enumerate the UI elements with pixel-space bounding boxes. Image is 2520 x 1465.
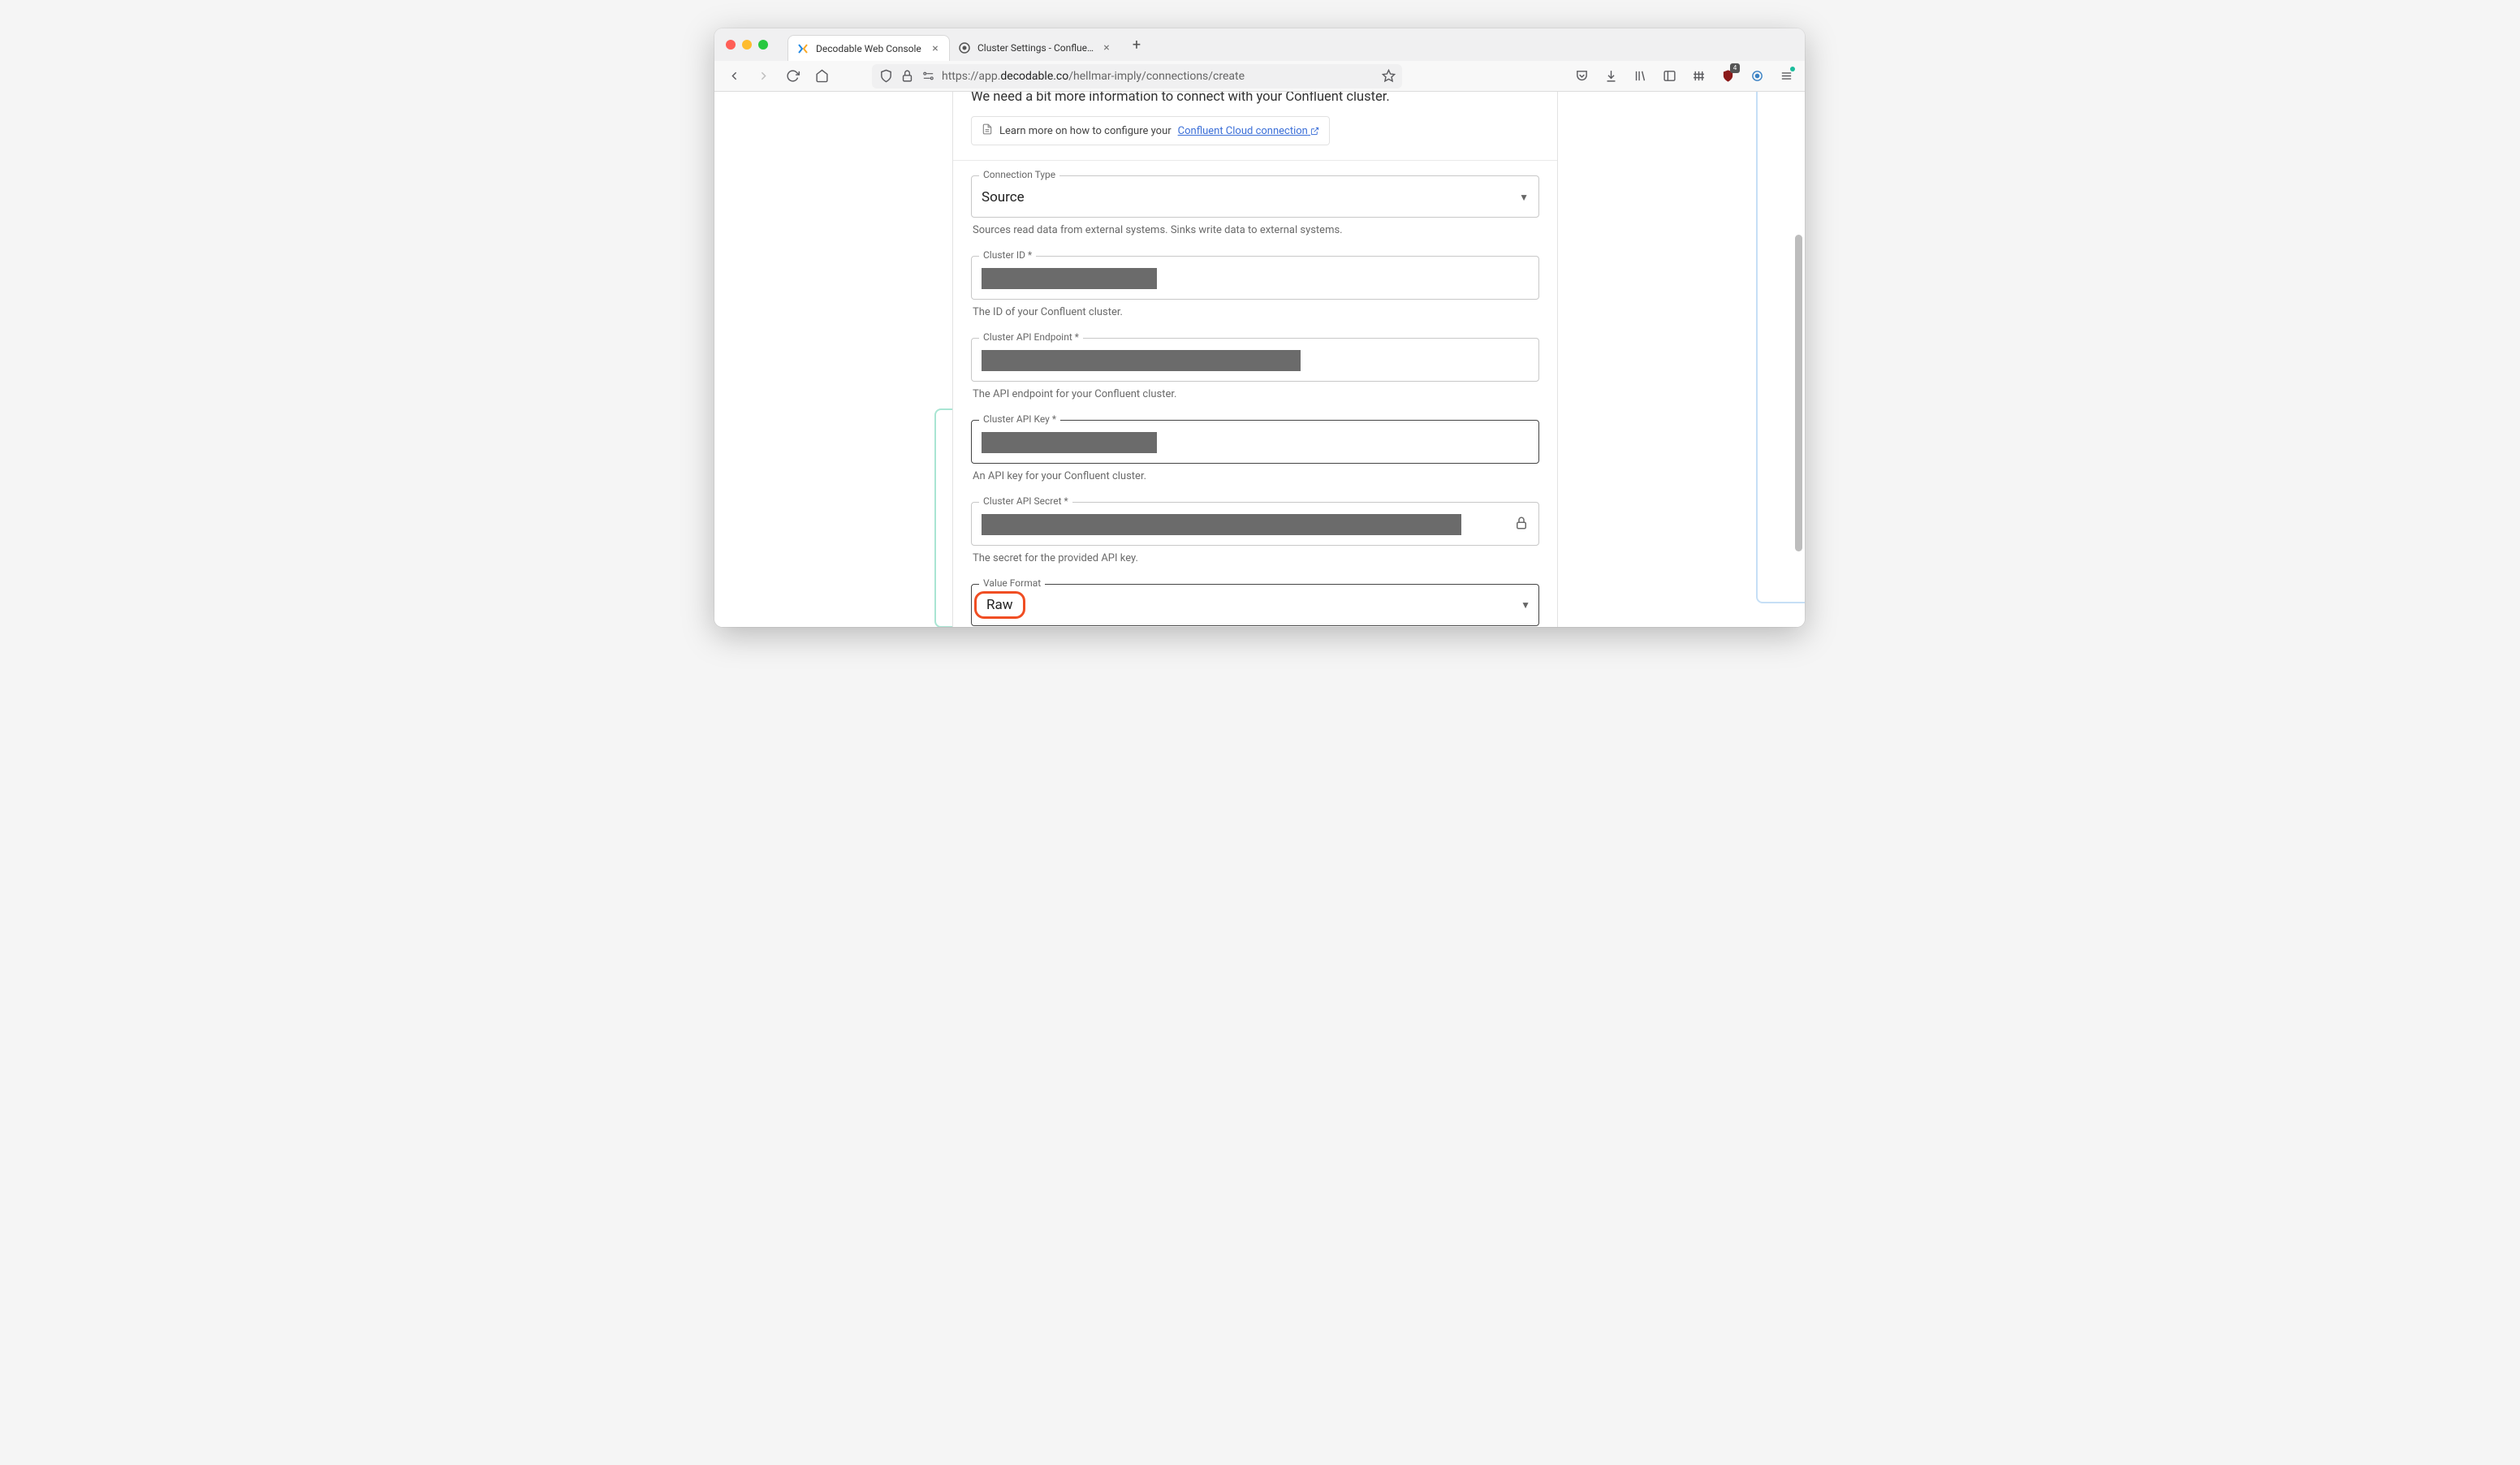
value-format-select[interactable]: Raw ▼ [971, 584, 1539, 626]
tab-close-icon[interactable]: × [930, 43, 941, 54]
field-help: Sources read data from external systems.… [973, 224, 1538, 236]
bookmark-star-icon[interactable] [1381, 65, 1396, 88]
cluster-id-input[interactable] [971, 256, 1539, 300]
learn-more-text: Learn more on how to configure your [999, 125, 1172, 137]
page-content: We need a bit more information to connec… [714, 92, 1805, 627]
field-label: Value Format [979, 577, 1045, 589]
browser-window: Decodable Web Console × Cluster Settings… [714, 28, 1805, 627]
field-connection-type: Connection Type Source ▼ [971, 175, 1539, 218]
field-help: An API key for your Confluent cluster. [973, 470, 1538, 482]
forward-button[interactable] [752, 65, 775, 88]
shield-icon[interactable] [878, 65, 893, 88]
connection-type-select[interactable]: Source ▼ [971, 175, 1539, 218]
redacted-value [982, 350, 1301, 371]
library-icon[interactable] [1629, 65, 1651, 88]
chevron-down-icon: ▼ [1519, 192, 1529, 203]
create-connection-panel: We need a bit more information to connec… [952, 92, 1558, 627]
field-label: Cluster API Key * [979, 413, 1060, 425]
tab-close-icon[interactable]: × [1101, 42, 1112, 54]
cluster-api-key-input[interactable] [971, 420, 1539, 464]
url-path: /hellmar-imply/connections/create [1068, 70, 1245, 83]
home-button[interactable] [810, 65, 833, 88]
panel-header: We need a bit more information to connec… [953, 92, 1557, 161]
toolbar-right-icons: 4 [1571, 65, 1797, 88]
field-label: Connection Type [979, 169, 1059, 180]
window-close-button[interactable] [726, 40, 736, 50]
connection-type-value: Source [982, 189, 1025, 205]
scrollbar-thumb[interactable] [1795, 235, 1802, 551]
learn-more-link-text: Confluent Cloud connection [1178, 125, 1308, 137]
url-bar[interactable]: https://app.decodable.co/hellmar-imply/c… [872, 64, 1402, 89]
field-cluster-api-key: Cluster API Key * [971, 420, 1539, 464]
panel-body: Connection Type Source ▼ Sources read da… [953, 161, 1557, 627]
document-icon [982, 123, 993, 138]
value-format-value: Raw [974, 591, 1025, 619]
field-help: The API endpoint for your Confluent clus… [973, 388, 1538, 400]
field-cluster-api-secret: Cluster API Secret * [971, 502, 1539, 546]
field-cluster-api-endpoint: Cluster API Endpoint * [971, 338, 1539, 382]
url-domain: decodable.co [1000, 70, 1068, 83]
ublock-icon[interactable]: 4 [1717, 65, 1738, 88]
scrollbar-track[interactable] [1793, 92, 1804, 627]
browser-toolbar: https://app.decodable.co/hellmar-imply/c… [714, 61, 1805, 92]
header-text: We need a bit more information to connec… [971, 92, 1539, 105]
window-maximize-button[interactable] [758, 40, 768, 50]
lock-icon [1514, 516, 1529, 534]
learn-more-box: Learn more on how to configure your Conf… [971, 116, 1330, 145]
field-label: Cluster ID * [979, 249, 1036, 261]
window-controls [726, 28, 788, 61]
chevron-down-icon: ▼ [1521, 599, 1530, 611]
extension-grid-icon[interactable] [1688, 65, 1709, 88]
tab-label: Cluster Settings - Confluent Clo [977, 42, 1094, 54]
tab-label: Decodable Web Console [816, 43, 923, 54]
pocket-icon[interactable] [1571, 65, 1592, 88]
new-tab-button[interactable]: + [1125, 33, 1148, 56]
ublock-badge: 4 [1730, 63, 1740, 73]
url-text: https://app.decodable.co/hellmar-imply/c… [942, 70, 1374, 83]
hamburger-menu-icon[interactable] [1776, 65, 1797, 88]
permissions-icon[interactable] [921, 65, 935, 88]
menu-notification-dot [1790, 67, 1795, 71]
redacted-value [982, 514, 1461, 535]
cluster-api-endpoint-input[interactable] [971, 338, 1539, 382]
back-button[interactable] [723, 65, 745, 88]
learn-more-link[interactable]: Confluent Cloud connection [1178, 125, 1319, 137]
downloads-icon[interactable] [1600, 65, 1621, 88]
lock-icon[interactable] [900, 65, 914, 88]
tab-strip: Decodable Web Console × Cluster Settings… [714, 28, 1805, 61]
reload-button[interactable] [781, 65, 804, 88]
confluent-favicon-icon [958, 41, 971, 54]
field-value-format: Value Format Raw ▼ [971, 584, 1539, 626]
field-cluster-id: Cluster ID * [971, 256, 1539, 300]
window-minimize-button[interactable] [742, 40, 752, 50]
tab-decodable[interactable]: Decodable Web Console × [788, 35, 950, 61]
cluster-api-secret-input[interactable] [971, 502, 1539, 546]
field-help: The ID of your Confluent cluster. [973, 306, 1538, 318]
sidebar-icon[interactable] [1659, 65, 1680, 88]
redacted-value [982, 432, 1157, 453]
field-label: Cluster API Endpoint * [979, 331, 1083, 343]
decodable-favicon-icon [796, 42, 809, 55]
extension-circle-icon[interactable] [1746, 65, 1767, 88]
tab-confluent[interactable]: Cluster Settings - Confluent Clo × [950, 35, 1120, 61]
redacted-value [982, 268, 1157, 289]
field-label: Cluster API Secret * [979, 495, 1072, 507]
url-prefix: https://app. [942, 70, 1000, 83]
field-help: The secret for the provided API key. [973, 552, 1538, 564]
